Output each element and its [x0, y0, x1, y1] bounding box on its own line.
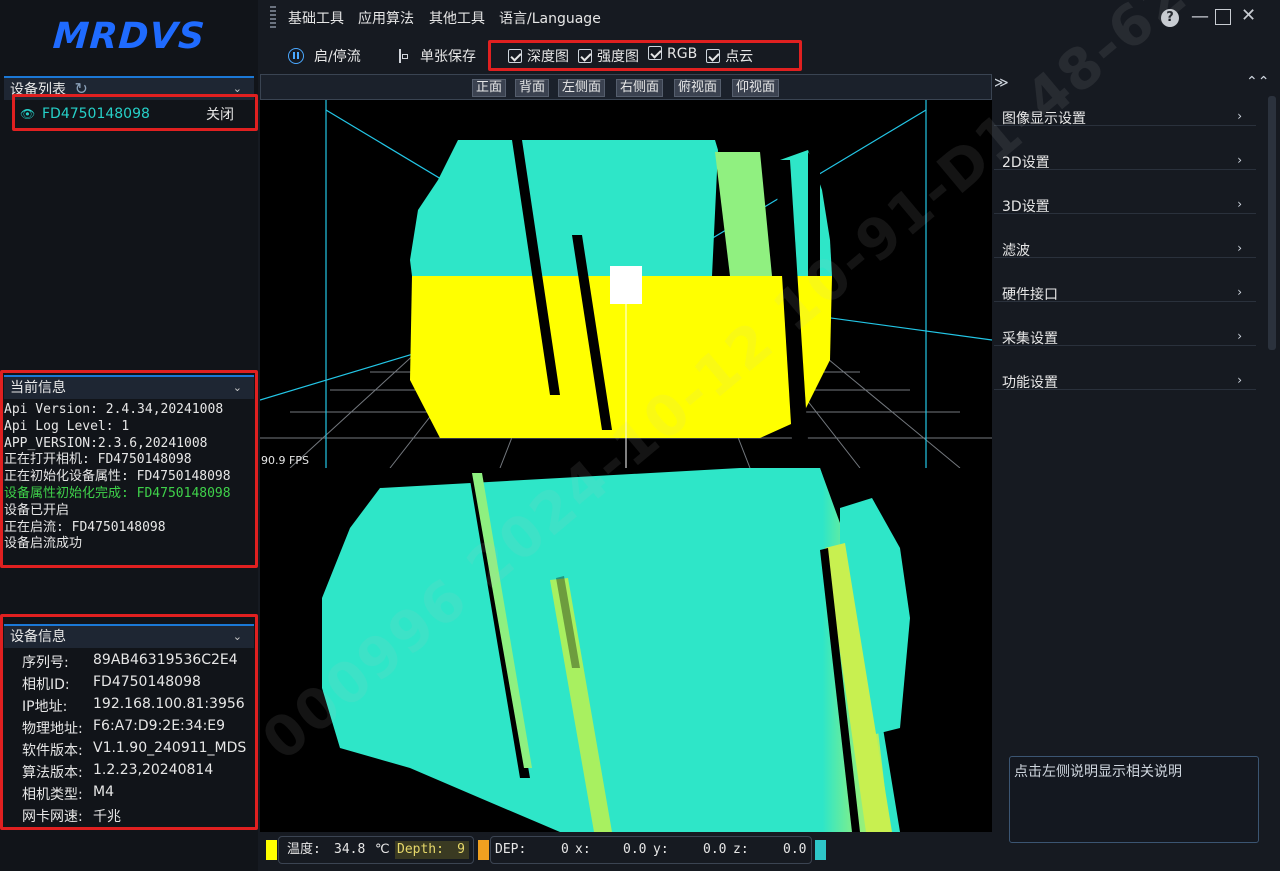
pointcloud-canvas: [260, 100, 992, 468]
settings-item-label: 2D设置: [1002, 155, 1050, 171]
y-label: y:: [653, 842, 669, 857]
settings-item-label: 采集设置: [1002, 331, 1058, 347]
settings-item-label: 3D设置: [1002, 199, 1050, 215]
checkbox-icon: [578, 49, 592, 63]
chevron-right-icon: ›: [1237, 373, 1242, 387]
left-panel: MRDVS 设备列表 ↻ ⌄ 👁 FD4750148098 关闭 当前信息 ⌄ …: [0, 0, 258, 871]
chevron-right-icon: ›: [1237, 197, 1242, 211]
settings-panel: ≫ ⌃⌃ 图像显示设置 › 2D设置 › 3D设置 › 滤波 › 硬件接口 › 采集设置 › 功能设置 ›: [994, 74, 1280, 871]
chevron-right-icon: ›: [1237, 109, 1242, 123]
toolbar: 启/停流 单张保存 深度图 强度图 RGB 点云: [258, 36, 1280, 74]
intensity-label: 强度图: [597, 49, 639, 65]
start-stop-label: 启/停流: [314, 49, 361, 65]
temp-value: 34.8: [334, 842, 366, 857]
y-value: 0.0: [703, 842, 727, 857]
save-icon: [396, 49, 410, 63]
rgb-label: RGB: [667, 46, 698, 62]
view-back-button[interactable]: 背面: [515, 79, 550, 97]
settings-item[interactable]: 图像显示设置 ›: [994, 82, 1256, 127]
device-list-item[interactable]: 👁 FD4750148098 关闭: [20, 100, 254, 128]
eye-icon[interactable]: 👁: [20, 107, 36, 121]
depth-readout: Depth: 9: [395, 841, 469, 859]
settings-item[interactable]: 3D设置 ›: [994, 170, 1256, 215]
view-top-button[interactable]: 俯视面: [674, 79, 722, 97]
start-stop-button[interactable]: 启/停流: [288, 46, 361, 66]
intensity-checkbox[interactable]: 强度图: [578, 46, 639, 66]
status-bar: 温度: 34.8 ℃ Depth: 9 DEP: 0 x: 0.0 y: 0.0…: [260, 832, 992, 871]
coord-panel: DEP: 0 x: 0.0 y: 0.0 z: 0.0: [490, 836, 812, 864]
pointcloud-view[interactable]: 90.9 FPS: [260, 100, 992, 468]
settings-item[interactable]: 采集设置 ›: [994, 302, 1256, 347]
depth-image-canvas: [322, 468, 910, 832]
rgb-checkbox[interactable]: RGB: [648, 46, 697, 66]
x-value: 0.0: [623, 842, 647, 857]
settings-item[interactable]: 功能设置 ›: [994, 346, 1256, 391]
checkbox-icon: [648, 46, 662, 60]
chevron-right-icon: ›: [1237, 285, 1242, 299]
menu-language[interactable]: 语言/Language: [499, 8, 601, 28]
minimize-icon[interactable]: —: [1191, 6, 1209, 27]
coord-indicator: [815, 840, 826, 860]
settings-item[interactable]: 2D设置 ›: [994, 126, 1256, 171]
depth-value: 9: [457, 842, 465, 857]
device-id: FD4750148098: [42, 106, 150, 122]
depth-label: Depth:: [397, 842, 444, 857]
settings-item-label: 硬件接口: [1002, 287, 1058, 303]
settings-item-label: 图像显示设置: [1002, 111, 1086, 127]
help-description-box: 点击左侧说明显示相关说明: [1009, 756, 1259, 843]
scrollbar[interactable]: [1268, 96, 1276, 350]
menu-other-tools[interactable]: 其他工具: [429, 8, 485, 28]
pointcloud-checkbox[interactable]: 点云: [706, 46, 753, 66]
temp-indicator: [266, 840, 277, 860]
checkbox-icon: [508, 49, 522, 63]
depth-image-view[interactable]: [260, 468, 992, 832]
settings-item-label: 功能设置: [1002, 375, 1058, 391]
highlight-current-info: [0, 370, 258, 568]
x-label: x:: [575, 842, 591, 857]
view-button-bar: 正面 背面 左侧面 右侧面 俯视面 仰视面: [260, 74, 992, 100]
settings-item-label: 滤波: [1002, 243, 1030, 259]
pause-icon: [288, 48, 304, 64]
depth-checkbox[interactable]: 深度图: [508, 46, 569, 66]
single-save-label: 单张保存: [420, 49, 476, 65]
temp-unit: ℃: [375, 842, 390, 857]
pointcloud-label: 点云: [725, 49, 754, 65]
app-logo: MRDVS: [51, 15, 207, 57]
view-bottom-button[interactable]: 仰视面: [732, 79, 780, 97]
chevron-right-icon: ›: [1237, 153, 1242, 167]
depth-label: 深度图: [527, 49, 569, 65]
device-status: 关闭: [206, 107, 234, 123]
single-save-button[interactable]: 单张保存: [396, 46, 476, 66]
help-text: 点击左侧说明显示相关说明: [1014, 764, 1182, 780]
highlight-device-info: [0, 614, 258, 830]
menu-basic-tools[interactable]: 基础工具: [288, 8, 344, 28]
chevron-right-icon: ›: [1237, 241, 1242, 255]
z-label: z:: [733, 842, 749, 857]
maximize-icon[interactable]: [1215, 9, 1231, 25]
z-value: 0.0: [783, 842, 807, 857]
fps-label: 90.9 FPS: [261, 454, 309, 467]
settings-item[interactable]: 硬件接口 ›: [994, 258, 1256, 303]
logo-area: MRDVS: [0, 0, 258, 72]
checkbox-icon: [706, 49, 721, 63]
stream-toggles: 深度图 强度图 RGB 点云: [508, 46, 753, 66]
drag-handle-icon[interactable]: [270, 6, 276, 28]
help-icon[interactable]: ?: [1161, 9, 1179, 27]
menu-app-algorithms[interactable]: 应用算法: [358, 8, 414, 28]
view-left-button[interactable]: 左侧面: [558, 79, 606, 97]
settings-item[interactable]: 滤波 ›: [994, 214, 1256, 259]
view-right-button[interactable]: 右侧面: [616, 79, 664, 97]
temp-label: 温度:: [287, 842, 321, 857]
view-front-button[interactable]: 正面: [472, 79, 507, 97]
title-bar: 基础工具 应用算法 其他工具 语言/Language ? — ✕: [258, 0, 1280, 36]
dep-label: DEP:: [495, 842, 527, 857]
temp-panel: 温度: 34.8 ℃ Depth: 9: [278, 836, 474, 864]
dep-value: 0: [561, 842, 569, 857]
depth-indicator: [478, 840, 489, 860]
close-icon[interactable]: ✕: [1241, 5, 1256, 26]
chevron-right-icon: ›: [1237, 329, 1242, 343]
